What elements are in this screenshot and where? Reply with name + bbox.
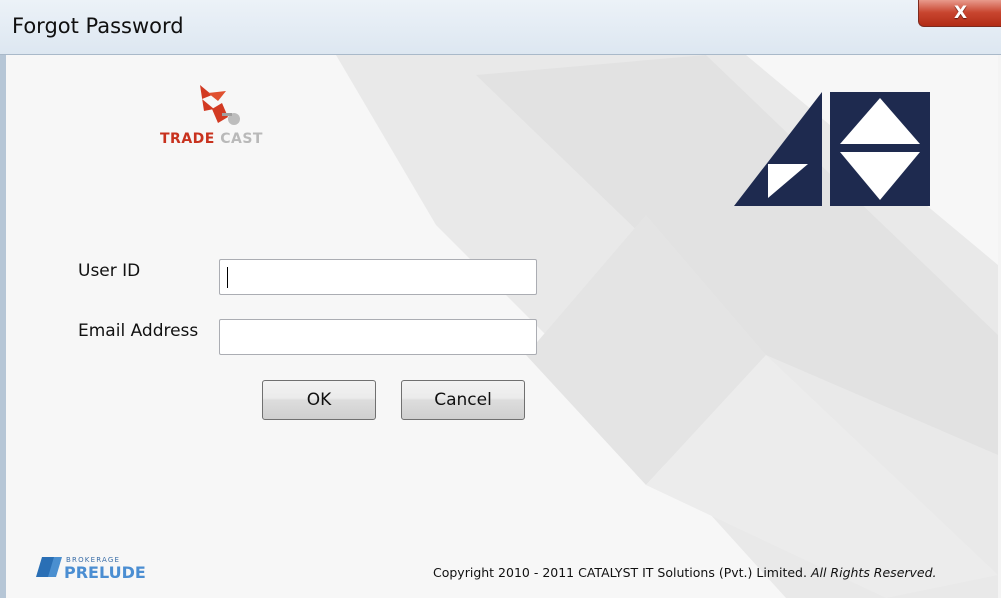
tradecast-mark-icon (200, 85, 240, 125)
ok-button[interactable]: OK (262, 380, 376, 420)
prelude-wordmark: PRELUDE (64, 563, 146, 581)
catalyst-emblem-logo (734, 92, 930, 206)
email-address-input[interactable] (219, 319, 537, 355)
prelude-logo: BROKERAGE PRELUDE (36, 556, 146, 581)
tradecast-logo: TRADE CAST (156, 79, 296, 159)
close-button[interactable]: X (918, 0, 1001, 27)
forgot-password-window: Forgot Password X TRADE CAST User ID Ema… (0, 0, 1001, 598)
text-caret (227, 267, 228, 288)
title-bar: Forgot Password X (0, 0, 1001, 55)
tradecast-wordmark: TRADE CAST (160, 131, 263, 147)
dialog-body: TRADE CAST User ID Email Address OK Canc… (0, 55, 998, 598)
close-icon: X (953, 3, 968, 23)
copyright-text: Copyright 2010 - 2011 CATALYST IT Soluti… (433, 565, 937, 580)
copyright-notice: Copyright 2010 - 2011 CATALYST IT Soluti… (433, 565, 807, 580)
email-address-label: Email Address (78, 321, 199, 341)
user-id-label: User ID (78, 261, 141, 281)
rights-reserved-notice: All Rights Reserved. (810, 565, 937, 580)
cancel-button[interactable]: Cancel (401, 380, 525, 420)
window-title: Forgot Password (12, 14, 184, 38)
tradecast-word-trade: TRADE (160, 131, 215, 147)
tradecast-word-cast: CAST (220, 131, 263, 147)
user-id-input[interactable] (219, 259, 537, 295)
